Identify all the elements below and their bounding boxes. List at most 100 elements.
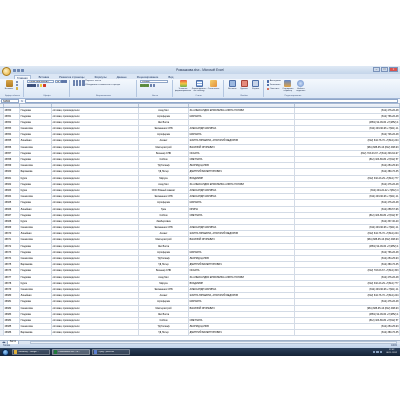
table-cell[interactable]: 26671 — [4, 237, 20, 243]
formula-input[interactable] — [25, 99, 398, 103]
table-cell[interactable]: оптовая, производители — [52, 243, 139, 249]
table-cell[interactable]: 26682 — [4, 305, 20, 311]
merge-center-button[interactable]: Объединить и поместить в центре — [85, 84, 120, 86]
table-cell[interactable]: 26655 — [4, 138, 20, 144]
table-cell[interactable]: оптовая, производители — [52, 163, 139, 169]
table-cell[interactable]: 26662 — [4, 181, 20, 187]
table-cell[interactable]: ВАСИЛИЙ ИГОРЕВИЧ — [189, 305, 295, 311]
table-cell[interactable]: ТД Голиаф — [139, 256, 189, 262]
taskbar-item[interactable]: Ромашкова.xlsx - M... — [52, 349, 90, 355]
table-cell[interactable]: ЗА АЛЕКСАНДРА ЕРМОЛЕНКА АЛИНА ГОЛОВИ — [189, 181, 295, 187]
sort-filter-button[interactable]: Сортировка и фильтр — [282, 80, 294, 92]
table-cell[interactable]: оптовая, производители — [52, 268, 139, 274]
table-cell[interactable]: Курка — [20, 187, 52, 194]
table-cell[interactable]: Скенёлова — [20, 126, 52, 132]
table-cell[interactable]: Агроферма — [139, 200, 189, 206]
fill-button[interactable]: Заполнить — [270, 84, 281, 86]
table-cell[interactable]: Скенёлова — [20, 286, 52, 293]
table-cell[interactable]: МАРИАНА — [189, 132, 295, 138]
table-cell[interactable]: Мируза — [139, 280, 189, 286]
table-cell[interactable]: Азид Мет — [139, 107, 189, 113]
table-cell[interactable]: 26664 — [4, 194, 20, 200]
paste-button[interactable]: Вставить — [4, 80, 15, 90]
decrease-decimal-icon[interactable] — [152, 83, 156, 87]
table-cell[interactable]: Скенёлова — [20, 305, 52, 311]
maximize-button[interactable]: □ — [381, 67, 388, 72]
table-cell[interactable]: Эко Волга — [139, 311, 189, 317]
number-format-select[interactable]: Общий — [140, 80, 168, 84]
table-cell[interactable]: Асиант — [139, 293, 189, 299]
table-cell[interactable]: Гладкова — [20, 268, 52, 274]
table-cell[interactable]: (981) 688-95-16 (812) 938-93 — [295, 144, 400, 150]
table-cell[interactable]: оптовая, производители — [52, 324, 139, 330]
table-cell[interactable]: Соблок — [139, 157, 189, 163]
table-cell[interactable]: Грин — [139, 206, 189, 212]
table-cell[interactable] — [189, 243, 295, 249]
table-cell[interactable]: МАРИАНА — [189, 299, 295, 305]
table-cell[interactable]: Мируза — [139, 175, 189, 181]
ribbon-tab[interactable]: Данные — [115, 75, 129, 79]
autosum-button[interactable]: Автосумма — [270, 80, 281, 82]
table-cell[interactable]: МАРИАНА — [189, 249, 295, 255]
table-cell[interactable]: оптовая, производители — [52, 187, 139, 194]
table-cell[interactable]: Эко Волга — [139, 243, 189, 249]
table-cell[interactable]: оптовая, производители — [52, 225, 139, 231]
ribbon-tab[interactable]: Формулы — [92, 75, 108, 79]
table-cell[interactable]: 26668 — [4, 218, 20, 225]
table-cell[interactable]: 26680 — [4, 293, 20, 299]
table-cell[interactable]: Гладкова — [20, 311, 52, 317]
table-cell[interactable]: оптовая, производители — [52, 231, 139, 237]
table-cell[interactable]: оптовая, производители — [52, 150, 139, 156]
table-cell[interactable]: Барсакова — [20, 262, 52, 268]
table-cell[interactable]: ЛЕОНИД ЦАНОВ — [189, 163, 295, 169]
table-cell[interactable]: ЖАННА ЮРЬЕВНА, АНАТОЛИЙ ФЕДОРОВ — [189, 293, 295, 299]
table-cell[interactable]: оптовая, производители — [52, 119, 139, 126]
table-cell[interactable]: 26670 — [4, 231, 20, 237]
table-cell[interactable]: 26678 — [4, 280, 20, 286]
table-cell[interactable]: оптовая, производители — [52, 311, 139, 317]
table-cell[interactable]: (812) 254-25-93 — [295, 163, 400, 169]
table-cell[interactable]: (4851) 92-09-60 +7(4852) 4 — [295, 243, 400, 249]
table-cell[interactable]: 26679 — [4, 286, 20, 293]
table-cell[interactable]: Агроферма — [139, 132, 189, 138]
table-cell[interactable]: Мастеристрой — [139, 237, 189, 243]
volume-icon[interactable] — [376, 350, 379, 353]
font-name-select[interactable]: Times New Roman — [27, 80, 54, 84]
table-cell[interactable]: оптовая, производители — [52, 274, 139, 280]
table-cell[interactable]: ДМИТРИЙ ВАЛЕНТИНОВИЧ — [189, 330, 295, 336]
table-cell[interactable]: (812) 476-26-48 — [295, 181, 400, 187]
table-cell[interactable]: (812) 476-26-48 — [295, 200, 400, 206]
table-cell[interactable]: Линейная — [20, 231, 52, 237]
network-icon[interactable] — [372, 350, 375, 353]
table-cell[interactable]: 26681 — [4, 299, 20, 305]
table-cell[interactable]: оптовая, производители — [52, 181, 139, 187]
table-cell[interactable]: Гладкова — [20, 274, 52, 280]
table-cell[interactable]: оптовая, производители — [52, 206, 139, 212]
table-cell[interactable]: ОКСАНА — [189, 150, 295, 156]
table-cell[interactable]: оптовая, производители — [52, 200, 139, 206]
copy-icon[interactable] — [15, 83, 19, 87]
language-icon[interactable] — [379, 350, 382, 353]
table-cell[interactable]: 26672 — [4, 243, 20, 249]
table-cell[interactable]: 26677 — [4, 274, 20, 280]
table-cell[interactable]: Гладкова — [20, 113, 52, 119]
table-cell[interactable]: (981) 688-95-16 (812) 938-93 — [295, 237, 400, 243]
table-cell[interactable] — [189, 311, 295, 317]
table-cell[interactable]: оптовая, производители — [52, 212, 139, 218]
table-cell[interactable]: Курса — [20, 218, 52, 225]
table-cell[interactable]: оптовая, производители — [52, 249, 139, 255]
table-cell[interactable]: Мастеристрой — [139, 305, 189, 311]
zoom-level[interactable]: 100% — [391, 345, 397, 347]
column-header[interactable] — [295, 104, 400, 107]
table-cell[interactable]: (812) 404-22-22 +7(812) 4 — [295, 187, 400, 194]
table-cell[interactable]: (812) 254-25-93 — [295, 256, 400, 262]
delete-cells-button[interactable]: Удалить — [239, 80, 250, 90]
conditional-formatting-button[interactable]: Условное форматирование — [175, 80, 191, 92]
table-cell[interactable]: 26684 — [4, 317, 20, 324]
taskbar-item[interactable]: 1.png - paint.net — [92, 349, 130, 355]
table-cell[interactable]: ДМИТРИЙ ВАЛЕНТИНОВИЧ — [189, 169, 295, 175]
table-cell[interactable]: (812) 644-76-70 +7(812) 244 — [295, 138, 400, 144]
table-cell[interactable]: Гладкова — [20, 299, 52, 305]
table-cell[interactable]: ОКСАНА — [189, 268, 295, 274]
table-cell[interactable]: ЛЕОНИД ЦАНОВ — [189, 324, 295, 330]
